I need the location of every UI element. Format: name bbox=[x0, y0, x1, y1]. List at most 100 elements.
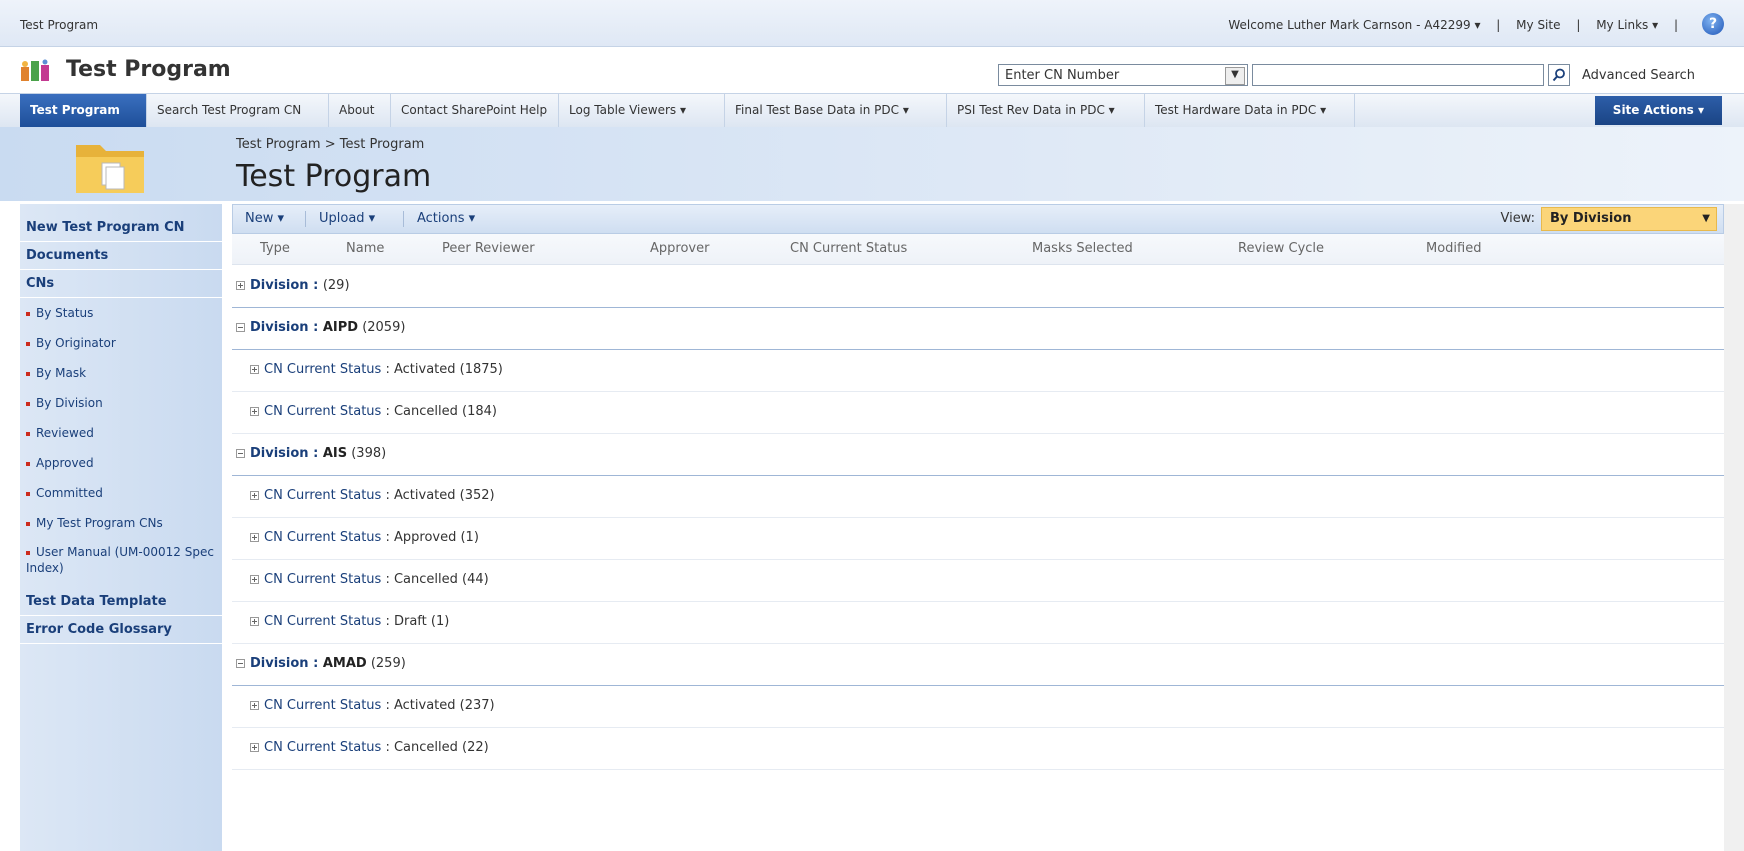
nav-cn-reviewed[interactable]: Reviewed bbox=[20, 418, 222, 448]
group-row-status[interactable]: CN Current Status : Draft (1) bbox=[232, 602, 1724, 644]
group-field[interactable]: CN Current Status bbox=[264, 614, 381, 629]
group-value: Approved bbox=[393, 530, 457, 545]
expand-icon[interactable] bbox=[250, 701, 259, 710]
group-field[interactable]: CN Current Status bbox=[264, 740, 381, 755]
breadcrumb[interactable]: Test Program > Test Program bbox=[236, 137, 424, 152]
group-value: Cancelled bbox=[393, 572, 458, 587]
nav-cns[interactable]: CNs bbox=[20, 270, 222, 298]
tab-contact-sharepoint-help[interactable]: Contact SharePoint Help bbox=[391, 94, 559, 127]
group-sep: : bbox=[381, 698, 394, 713]
welcome-user-menu[interactable]: Welcome Luther Mark Carnson - A42299 ▾ bbox=[1228, 18, 1480, 32]
group-row-status[interactable]: CN Current Status : Activated (237) bbox=[232, 686, 1724, 728]
column-header-modified[interactable]: Modified bbox=[1426, 234, 1481, 264]
nav-user-manual[interactable]: User Manual (UM-00012 Spec Index) bbox=[20, 538, 222, 588]
group-label: CN Current Status : Approved (1) bbox=[264, 530, 479, 545]
group-field[interactable]: CN Current Status bbox=[264, 404, 381, 419]
group-count: (44) bbox=[462, 572, 489, 587]
group-field[interactable]: CN Current Status bbox=[264, 362, 381, 377]
nav-test-data-template[interactable]: Test Data Template bbox=[20, 588, 222, 616]
my-site-link[interactable]: My Site bbox=[1516, 18, 1560, 32]
expand-icon[interactable] bbox=[250, 575, 259, 584]
vertical-scrollbar[interactable] bbox=[1724, 204, 1744, 851]
site-title[interactable]: Test Program bbox=[66, 57, 231, 82]
help-icon[interactable]: ? bbox=[1702, 13, 1724, 35]
nav-item-label: Committed bbox=[36, 486, 103, 500]
expand-icon[interactable] bbox=[250, 743, 259, 752]
column-header-type[interactable]: Type bbox=[260, 234, 290, 264]
group-field[interactable]: Division bbox=[250, 320, 309, 335]
nav-documents[interactable]: Documents bbox=[20, 242, 222, 270]
group-field[interactable]: CN Current Status bbox=[264, 488, 381, 503]
group-sep: : bbox=[381, 572, 394, 587]
collapse-icon[interactable] bbox=[236, 449, 245, 458]
actions-menu[interactable]: Actions ▾ bbox=[417, 205, 475, 233]
nav-cn-approved[interactable]: Approved bbox=[20, 448, 222, 478]
group-field[interactable]: CN Current Status bbox=[264, 572, 381, 587]
list-view: New ▾ Upload ▾ Actions ▾ View: By Divisi… bbox=[232, 204, 1724, 851]
search-button[interactable] bbox=[1548, 64, 1570, 86]
expand-icon[interactable] bbox=[250, 491, 259, 500]
column-header-name[interactable]: Name bbox=[346, 234, 384, 264]
group-row-division[interactable]: Division : AIPD (2059) bbox=[232, 308, 1724, 350]
column-header-approver[interactable]: Approver bbox=[650, 234, 709, 264]
new-menu[interactable]: New ▾ bbox=[245, 205, 284, 233]
nav-cn-by-originator[interactable]: By Originator bbox=[20, 328, 222, 358]
group-field[interactable]: CN Current Status bbox=[264, 698, 381, 713]
group-row-division[interactable]: Division : (29) bbox=[232, 266, 1724, 308]
search-scope-select[interactable]: Enter CN Number ▼ bbox=[998, 64, 1248, 86]
nav-new-test-program-cn[interactable]: New Test Program CN bbox=[20, 214, 222, 242]
group-row-division[interactable]: Division : AMAD (259) bbox=[232, 644, 1724, 686]
search-input[interactable] bbox=[1252, 64, 1544, 86]
group-row-status[interactable]: CN Current Status : Cancelled (22) bbox=[232, 728, 1724, 770]
group-field[interactable]: Division bbox=[250, 278, 309, 293]
nav-my-test-program-cns[interactable]: My Test Program CNs bbox=[20, 508, 222, 538]
column-header-review-cycle[interactable]: Review Cycle bbox=[1238, 234, 1324, 264]
group-value: Activated bbox=[393, 698, 456, 713]
view-selector-value: By Division bbox=[1550, 211, 1632, 226]
advanced-search-link[interactable]: Advanced Search bbox=[1582, 68, 1695, 83]
group-row-status[interactable]: CN Current Status : Activated (352) bbox=[232, 476, 1724, 518]
expand-icon[interactable] bbox=[250, 407, 259, 416]
tab-test-hardware-data[interactable]: Test Hardware Data in PDC ▾ bbox=[1145, 94, 1355, 127]
expand-icon[interactable] bbox=[250, 533, 259, 542]
nav-cn-by-mask[interactable]: By Mask bbox=[20, 358, 222, 388]
column-header-peer-reviewer[interactable]: Peer Reviewer bbox=[442, 234, 535, 264]
nav-error-code-glossary[interactable]: Error Code Glossary bbox=[20, 616, 222, 644]
tab-search-test-program-cn[interactable]: Search Test Program CN bbox=[147, 94, 329, 127]
my-links-menu[interactable]: My Links ▾ bbox=[1596, 18, 1658, 32]
bullet-icon bbox=[26, 550, 30, 555]
site-name-link[interactable]: Test Program bbox=[20, 18, 98, 32]
group-count: (184) bbox=[462, 404, 497, 419]
expand-icon[interactable] bbox=[250, 617, 259, 626]
tab-psi-test-rev-data[interactable]: PSI Test Rev Data in PDC ▾ bbox=[947, 94, 1145, 127]
tab-log-table-viewers[interactable]: Log Table Viewers ▾ bbox=[559, 94, 725, 127]
nav-cn-by-status[interactable]: By Status bbox=[20, 298, 222, 328]
site-actions-menu[interactable]: Site Actions ▾ bbox=[1594, 96, 1722, 125]
expand-icon[interactable] bbox=[250, 365, 259, 374]
nav-cn-committed[interactable]: Committed bbox=[20, 478, 222, 508]
expand-icon[interactable] bbox=[236, 281, 245, 290]
nav-cn-by-division[interactable]: By Division bbox=[20, 388, 222, 418]
group-field[interactable]: Division bbox=[250, 656, 309, 671]
chevron-down-icon[interactable]: ▼ bbox=[1225, 67, 1245, 85]
search-icon bbox=[1552, 68, 1565, 82]
view-selector[interactable]: By Division ▼ bbox=[1541, 207, 1717, 231]
group-row-division[interactable]: Division : AIS (398) bbox=[232, 434, 1724, 476]
global-top-bar: Test Program Welcome Luther Mark Carnson… bbox=[0, 0, 1744, 47]
group-row-status[interactable]: CN Current Status : Cancelled (184) bbox=[232, 392, 1724, 434]
column-header-masks-selected[interactable]: Masks Selected bbox=[1032, 234, 1133, 264]
collapse-icon[interactable] bbox=[236, 659, 245, 668]
grouped-rows: Division : (29) Division : AIPD (2059) C… bbox=[232, 266, 1724, 770]
group-row-status[interactable]: CN Current Status : Cancelled (44) bbox=[232, 560, 1724, 602]
tab-about[interactable]: About bbox=[329, 94, 391, 127]
group-field[interactable]: CN Current Status bbox=[264, 530, 381, 545]
group-sep: : bbox=[381, 404, 394, 419]
tab-final-test-base-data[interactable]: Final Test Base Data in PDC ▾ bbox=[725, 94, 947, 127]
group-row-status[interactable]: CN Current Status : Activated (1875) bbox=[232, 350, 1724, 392]
upload-menu[interactable]: Upload ▾ bbox=[319, 205, 375, 233]
column-header-cn-current-status[interactable]: CN Current Status bbox=[790, 234, 907, 264]
group-field[interactable]: Division bbox=[250, 446, 309, 461]
group-row-status[interactable]: CN Current Status : Approved (1) bbox=[232, 518, 1724, 560]
tab-test-program[interactable]: Test Program bbox=[20, 94, 147, 127]
collapse-icon[interactable] bbox=[236, 323, 245, 332]
